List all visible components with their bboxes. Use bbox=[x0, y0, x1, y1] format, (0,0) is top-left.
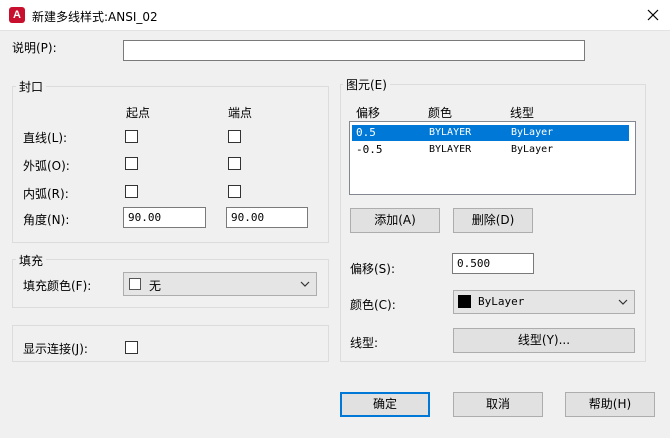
display-joints-label: 显示连接(J): bbox=[23, 342, 88, 356]
caps-inner-arc-start-checkbox[interactable] bbox=[125, 185, 138, 198]
caps-angle-label: 角度(N): bbox=[23, 213, 70, 227]
title-bar: A 新建多线样式:ANSI_02 bbox=[0, 0, 670, 31]
fill-color-swatch bbox=[129, 278, 141, 290]
caps-line-label: 直线(L): bbox=[23, 131, 68, 145]
close-button[interactable] bbox=[641, 3, 665, 27]
display-joints-checkbox[interactable] bbox=[125, 341, 138, 354]
element-offset-label: 偏移(S): bbox=[350, 262, 396, 276]
cancel-button[interactable]: 取消 bbox=[453, 392, 543, 417]
element-linetype: ByLayer bbox=[511, 144, 554, 155]
caps-legend: 封口 bbox=[16, 78, 47, 95]
chevron-down-icon bbox=[618, 299, 628, 305]
caps-outer-arc-label: 外弧(O): bbox=[23, 159, 70, 173]
close-icon bbox=[647, 9, 659, 21]
element-color: BYLAYER bbox=[429, 144, 472, 155]
element-color-swatch bbox=[458, 295, 471, 308]
linetype-button[interactable]: 线型(Y)... bbox=[453, 328, 635, 353]
caps-inner-arc-label: 内弧(R): bbox=[23, 187, 69, 201]
element-offset: -0.5 bbox=[356, 143, 383, 156]
elements-col-color: 颜色 bbox=[428, 106, 453, 120]
caps-line-end-checkbox[interactable] bbox=[228, 130, 241, 143]
fill-color-value: 无 bbox=[149, 279, 162, 293]
chevron-down-icon bbox=[300, 281, 310, 287]
description-label: 说明(P): bbox=[12, 41, 57, 55]
element-offset: 0.5 bbox=[356, 126, 376, 139]
caps-angle-end-input[interactable]: 90.00 bbox=[226, 207, 308, 228]
caps-start-header: 起点 bbox=[126, 106, 151, 120]
list-item[interactable]: -0.5 BYLAYER ByLayer bbox=[352, 142, 629, 158]
caps-outer-arc-end-checkbox[interactable] bbox=[228, 157, 241, 170]
elements-list[interactable]: 0.5 BYLAYER ByLayer -0.5 BYLAYER ByLayer bbox=[349, 121, 636, 195]
elements-col-offset: 偏移 bbox=[356, 106, 381, 120]
element-offset-input[interactable]: 0.500 bbox=[452, 253, 534, 274]
element-color: BYLAYER bbox=[429, 127, 472, 138]
caps-angle-start-input[interactable]: 90.00 bbox=[123, 207, 206, 228]
fill-legend: 填充 bbox=[16, 252, 47, 269]
elements-col-linetype: 线型 bbox=[510, 106, 535, 120]
description-input[interactable] bbox=[123, 40, 585, 61]
delete-element-button[interactable]: 删除(D) bbox=[453, 208, 533, 233]
add-element-button[interactable]: 添加(A) bbox=[350, 208, 440, 233]
ok-button[interactable]: 确定 bbox=[340, 392, 430, 417]
caps-inner-arc-end-checkbox[interactable] bbox=[228, 185, 241, 198]
element-linetype-label: 线型: bbox=[350, 336, 379, 350]
element-color-label: 颜色(C): bbox=[350, 298, 396, 312]
fill-color-label: 填充颜色(F): bbox=[23, 279, 92, 293]
element-color-dropdown[interactable]: ByLayer bbox=[453, 290, 635, 314]
help-button[interactable]: 帮助(H) bbox=[565, 392, 655, 417]
list-item[interactable]: 0.5 BYLAYER ByLayer bbox=[352, 125, 629, 141]
fill-color-dropdown[interactable]: 无 bbox=[123, 272, 317, 296]
window-title: 新建多线样式:ANSI_02 bbox=[32, 10, 158, 24]
autocad-app-icon: A bbox=[9, 7, 25, 23]
elements-legend: 图元(E) bbox=[343, 76, 390, 93]
caps-end-header: 端点 bbox=[228, 106, 253, 120]
element-color-value: ByLayer bbox=[478, 295, 525, 308]
caps-outer-arc-start-checkbox[interactable] bbox=[125, 157, 138, 170]
element-linetype: ByLayer bbox=[511, 127, 554, 138]
caps-line-start-checkbox[interactable] bbox=[125, 130, 138, 143]
